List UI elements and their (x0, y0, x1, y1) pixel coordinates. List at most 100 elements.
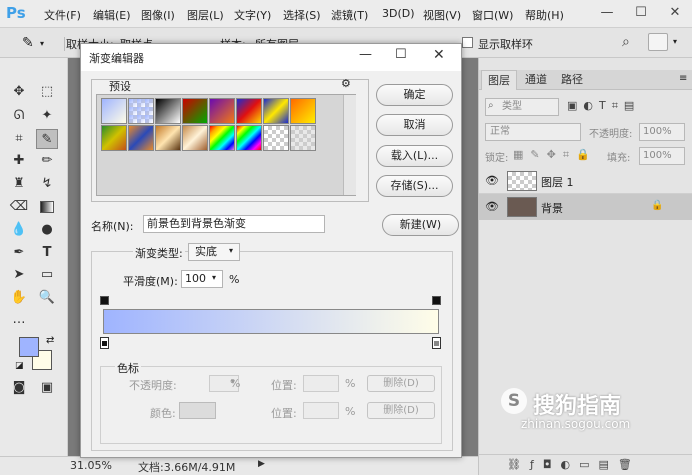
status-menu-arrow[interactable]: ▶ (258, 459, 265, 469)
history-brush-tool-icon[interactable]: ↯ (36, 174, 58, 194)
eyedropper-tool-icon[interactable]: ✎ (36, 129, 58, 149)
quick-mask-icon[interactable]: ◙ (8, 378, 30, 398)
blend-mode-select[interactable]: 正常 (485, 123, 581, 141)
name-input[interactable]: 前景色到背景色渐变 (143, 215, 325, 233)
delete-opacity-stop-button[interactable]: 删除(D) (367, 375, 435, 392)
color-stop-right[interactable] (432, 337, 441, 349)
zoom-tool-icon[interactable]: 🔍 (36, 288, 58, 308)
blur-tool-icon[interactable]: 💧 (8, 220, 30, 240)
gear-icon[interactable]: ⚙ (341, 77, 351, 90)
gradient-preset[interactable] (209, 98, 235, 124)
dialog-minimize-button[interactable]: — (359, 47, 372, 62)
gradient-preset[interactable] (155, 125, 181, 151)
gradient-preset[interactable] (182, 125, 208, 151)
gradient-preset[interactable] (101, 98, 127, 124)
gradient-preset[interactable] (236, 125, 262, 151)
layer-kind-filter[interactable]: 类型 (485, 98, 559, 116)
gradient-preset[interactable] (263, 98, 289, 124)
tab-paths[interactable]: 路径 (555, 70, 589, 90)
color-stop-left[interactable] (100, 337, 109, 349)
opacity-stop-right[interactable] (432, 296, 441, 305)
brush-tool-icon[interactable]: ✏ (36, 151, 58, 171)
foreground-color-swatch[interactable] (19, 337, 39, 357)
dialog-maximize-button[interactable]: ☐ (395, 47, 407, 62)
gradient-preset[interactable] (128, 98, 154, 124)
eye-icon[interactable]: 👁 (485, 200, 499, 213)
tab-channels[interactable]: 通道 (519, 70, 553, 90)
pen-tool-icon[interactable]: ✒ (8, 243, 30, 263)
chevron-down-icon[interactable]: ▾ (212, 273, 216, 282)
color-position-input[interactable] (303, 402, 339, 419)
dialog-close-button[interactable]: ✕ (433, 47, 445, 63)
menu-3d[interactable]: 3D(D) (382, 7, 415, 20)
path-selection-tool-icon[interactable]: ➤ (8, 265, 30, 285)
more-tools-icon[interactable]: … (8, 310, 30, 330)
gradient-preset[interactable] (236, 98, 262, 124)
eyedropper-icon[interactable]: ✎ (22, 35, 34, 51)
menu-select[interactable]: 选择(S) (283, 7, 321, 23)
move-tool-icon[interactable]: ✥ (8, 82, 30, 102)
search-icon[interactable]: ⌕ (622, 34, 630, 50)
menu-file[interactable]: 文件(F) (44, 7, 81, 23)
opacity-position-input[interactable] (303, 375, 339, 392)
eraser-tool-icon[interactable]: ⌫ (8, 197, 30, 217)
presets-scrollbar[interactable] (343, 95, 356, 195)
zoom-level[interactable]: 31.05% (70, 459, 112, 472)
gradient-preset[interactable] (155, 98, 181, 124)
smoothness-input[interactable]: 100 (181, 270, 223, 288)
new-button[interactable]: 新建(W) (382, 214, 459, 236)
fill-field[interactable]: 100% (639, 147, 685, 165)
screen-mode-icon[interactable]: ▣ (36, 378, 58, 398)
gradient-preset[interactable] (209, 125, 235, 151)
menu-layer[interactable]: 图层(L) (187, 7, 224, 23)
chevron-down-icon[interactable]: ▾ (229, 246, 233, 255)
hand-tool-icon[interactable]: ✋ (8, 288, 30, 308)
load-button[interactable]: 载入(L)... (376, 145, 453, 167)
show-ring-checkbox[interactable] (462, 37, 473, 48)
menu-window[interactable]: 窗口(W) (472, 7, 513, 23)
eye-icon[interactable]: 👁 (485, 174, 499, 187)
lasso-tool-icon[interactable]: ᘏ (8, 106, 30, 126)
stamp-tool-icon[interactable]: ♜ (8, 174, 30, 194)
layer-filter-icons[interactable]: ▣◐T⌗▤ (567, 99, 640, 113)
panel-menu-icon[interactable]: ≡ (679, 73, 687, 84)
type-tool-icon[interactable]: T (36, 243, 58, 263)
gradient-preset[interactable] (263, 125, 289, 151)
healing-brush-tool-icon[interactable]: ✚ (8, 151, 30, 171)
crop-tool-icon[interactable]: ⌗ (8, 129, 30, 149)
menu-view[interactable]: 视图(V) (423, 7, 461, 23)
dialog-titlebar[interactable]: 渐变编辑器 — ☐ ✕ (81, 44, 461, 71)
presets-label[interactable]: 预设 (109, 78, 131, 94)
delete-color-stop-button[interactable]: 删除(D) (367, 402, 435, 419)
magic-wand-tool-icon[interactable]: ✦ (36, 106, 58, 126)
cancel-button[interactable]: 取消 (376, 114, 453, 136)
gradient-preset[interactable] (101, 125, 127, 151)
gradient-preset[interactable] (128, 125, 154, 151)
menu-help[interactable]: 帮助(H) (525, 7, 564, 23)
swap-colors-icon[interactable]: ⇄ (46, 335, 54, 346)
workspace-icon[interactable] (648, 33, 668, 51)
opacity-field[interactable]: 100% (639, 123, 685, 141)
menu-edit[interactable]: 编辑(E) (93, 7, 131, 23)
window-minimize-button[interactable]: — (590, 0, 624, 28)
menu-type[interactable]: 文字(Y) (234, 7, 271, 23)
ok-button[interactable]: 确定 (376, 84, 453, 106)
chevron-down-icon[interactable]: ▾ (673, 37, 677, 46)
opacity-stop-left[interactable] (100, 296, 109, 305)
lock-icons[interactable]: ▦✎✥⌗🔒 (513, 148, 597, 162)
window-close-button[interactable]: ✕ (658, 0, 692, 28)
dodge-tool-icon[interactable]: ● (36, 220, 58, 240)
chevron-down-icon[interactable]: ▾ (40, 39, 44, 48)
gradient-preset[interactable] (290, 125, 316, 151)
window-maximize-button[interactable]: ☐ (624, 0, 658, 28)
save-button[interactable]: 存储(S)... (376, 175, 453, 197)
color-stop-swatch[interactable] (179, 402, 216, 419)
layer-row[interactable]: 👁 图层 1 (479, 168, 692, 194)
gradient-preset[interactable] (182, 98, 208, 124)
marquee-tool-icon[interactable]: ⬚ (36, 82, 58, 102)
rectangle-tool-icon[interactable]: ▭ (36, 265, 58, 285)
layer-row-selected[interactable]: 👁 背景 🔒 (479, 194, 692, 220)
default-colors-icon[interactable]: ◪ (15, 361, 24, 371)
gradient-tool-icon[interactable] (36, 197, 58, 217)
menu-image[interactable]: 图像(I) (141, 7, 175, 23)
